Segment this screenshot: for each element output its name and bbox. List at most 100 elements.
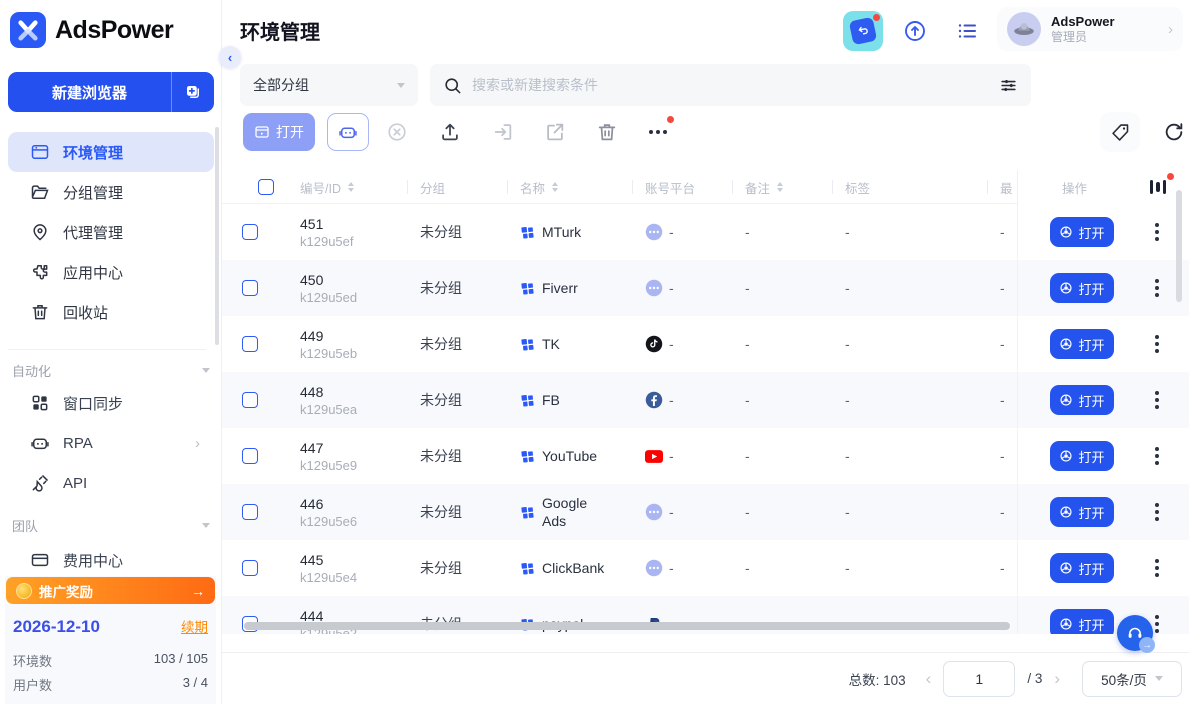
table-row[interactable]: 445 k129u5e4 未分组 ClickBank - - - - 打开: [222, 540, 1189, 596]
new-browser-label[interactable]: 新建浏览器: [8, 72, 172, 112]
open-selected-button[interactable]: 打开: [243, 113, 315, 151]
column-header-platform[interactable]: 账号平台: [645, 170, 695, 204]
row-more-icon[interactable]: [1155, 615, 1159, 633]
new-browser-button[interactable]: 新建浏览器: [8, 72, 214, 112]
row-more-icon[interactable]: [1155, 391, 1159, 409]
row-more-icon[interactable]: [1155, 447, 1159, 465]
sidebar-item-api[interactable]: API: [8, 463, 214, 503]
row-checkbox[interactable]: [242, 392, 258, 408]
task-list-button[interactable]: [947, 11, 987, 51]
sidebar-item-groups[interactable]: 分组管理: [8, 172, 214, 212]
platform-account: -: [669, 392, 674, 408]
sidebar-item-recycle[interactable]: 回收站: [8, 292, 214, 332]
row-id: k129u5ea: [300, 402, 357, 417]
profile-name: AdsPower: [1051, 14, 1115, 30]
column-header-name[interactable]: 名称: [520, 170, 558, 204]
row-more-icon[interactable]: [1155, 559, 1159, 577]
next-page-icon[interactable]: ›: [1054, 669, 1060, 689]
more-actions-button[interactable]: [640, 114, 676, 150]
refresh-button[interactable]: [1154, 112, 1189, 152]
table-row[interactable]: 451 k129u5ef 未分组 MTurk - - - - 打开: [222, 204, 1189, 260]
tag-manager-button[interactable]: [1100, 112, 1140, 152]
sidebar-item-proxy[interactable]: 代理管理: [8, 212, 214, 252]
row-checkbox[interactable]: [242, 336, 258, 352]
sort-icon[interactable]: [348, 182, 354, 192]
row-more-icon[interactable]: [1155, 335, 1159, 353]
row-more-icon[interactable]: [1155, 503, 1159, 521]
vertical-scrollbar[interactable]: [1176, 190, 1182, 302]
select-all-checkbox[interactable]: [258, 179, 274, 195]
group-filter-select[interactable]: 全部分组: [240, 64, 418, 106]
column-header-tag[interactable]: 标签: [845, 170, 870, 204]
row-open-button[interactable]: 打开: [1050, 609, 1114, 634]
row-name: TK: [542, 335, 560, 353]
profile-menu[interactable]: AdsPower 管理员 ›: [997, 7, 1183, 51]
column-header-last[interactable]: 最: [1000, 170, 1017, 204]
row-id: k129u5e9: [300, 458, 357, 473]
row-tag: -: [845, 560, 1000, 576]
sidebar-item-label: RPA: [63, 435, 93, 452]
row-checkbox[interactable]: [242, 448, 258, 464]
column-header-note[interactable]: 备注: [745, 170, 783, 204]
promo-gift-button[interactable]: [843, 11, 883, 51]
search-icon: [443, 76, 462, 95]
sidebar-menu: 环境管理 分组管理 代理管理 应用中心 回收站: [8, 132, 214, 332]
sort-icon[interactable]: [777, 182, 783, 192]
share-export-button[interactable]: [537, 114, 573, 150]
row-open-button[interactable]: 打开: [1050, 497, 1114, 527]
section-team[interactable]: 团队: [12, 516, 210, 535]
page-size-select[interactable]: 50条/页: [1082, 661, 1182, 697]
column-header-group[interactable]: 分组: [420, 170, 445, 204]
sidebar-scrollbar[interactable]: [215, 127, 219, 345]
close-all-button[interactable]: [379, 114, 415, 150]
prev-page-icon[interactable]: ‹: [926, 669, 932, 689]
support-button[interactable]: →: [1117, 615, 1153, 651]
column-header-id[interactable]: 编号/ID: [300, 170, 354, 204]
column-settings-icon[interactable]: [1146, 177, 1170, 197]
open-selected-label: 打开: [276, 122, 304, 142]
row-open-button[interactable]: 打开: [1050, 273, 1114, 303]
row-checkbox[interactable]: [242, 560, 258, 576]
row-open-button[interactable]: 打开: [1050, 441, 1114, 471]
sidebar-item-window-sync[interactable]: 窗口同步: [8, 383, 214, 423]
sort-icon[interactable]: [552, 182, 558, 192]
row-more-icon[interactable]: [1155, 223, 1159, 241]
row-tag: -: [845, 392, 1000, 408]
horizontal-scrollbar[interactable]: [244, 622, 1010, 630]
table-row[interactable]: 450 k129u5ed 未分组 Fiverr - - - - 打开: [222, 260, 1189, 316]
automation-submenu: 窗口同步 RPA › API: [8, 383, 214, 503]
row-checkbox[interactable]: [242, 280, 258, 296]
page-number-input[interactable]: [943, 661, 1015, 697]
sidebar-item-rpa[interactable]: RPA ›: [8, 423, 214, 463]
row-checkbox[interactable]: [242, 504, 258, 520]
sidebar-item-environment[interactable]: 环境管理: [8, 132, 214, 172]
sidebar-item-billing[interactable]: 费用中心: [8, 540, 214, 580]
row-open-button[interactable]: 打开: [1050, 553, 1114, 583]
delete-button[interactable]: [589, 114, 625, 150]
rpa-batch-button[interactable]: [327, 113, 369, 151]
location-pin-icon: [30, 222, 50, 242]
table-row[interactable]: 446 k129u5e6 未分组 Google Ads - - - - 打开: [222, 484, 1189, 540]
table-row[interactable]: 448 k129u5ea 未分组 FB - - - - 打开: [222, 372, 1189, 428]
row-open-button[interactable]: 打开: [1050, 385, 1114, 415]
import-button[interactable]: [485, 114, 521, 150]
row-group: 未分组: [420, 334, 520, 354]
sidebar-collapse-button[interactable]: ‹: [219, 46, 241, 68]
sidebar-item-label: 分组管理: [63, 182, 123, 203]
copy-plus-icon[interactable]: [172, 72, 214, 112]
section-automation[interactable]: 自动化: [12, 361, 210, 380]
promo-banner[interactable]: 推广奖励 →: [6, 577, 215, 604]
sidebar-item-apps[interactable]: 应用中心: [8, 252, 214, 292]
row-more-icon[interactable]: [1155, 279, 1159, 297]
table-row[interactable]: 447 k129u5e9 未分组 YouTube - - - - 打开: [222, 428, 1189, 484]
row-open-button[interactable]: 打开: [1050, 329, 1114, 359]
renew-link[interactable]: 续期: [181, 616, 208, 636]
upload-button[interactable]: [432, 114, 468, 150]
youtube-platform-icon: [645, 447, 663, 465]
filter-sliders-icon[interactable]: [999, 76, 1018, 95]
sync-update-button[interactable]: [895, 11, 935, 51]
row-open-button[interactable]: 打开: [1050, 217, 1114, 247]
search-input[interactable]: [472, 77, 989, 93]
table-row[interactable]: 449 k129u5eb 未分组 TK - - - - 打开: [222, 316, 1189, 372]
row-checkbox[interactable]: [242, 224, 258, 240]
